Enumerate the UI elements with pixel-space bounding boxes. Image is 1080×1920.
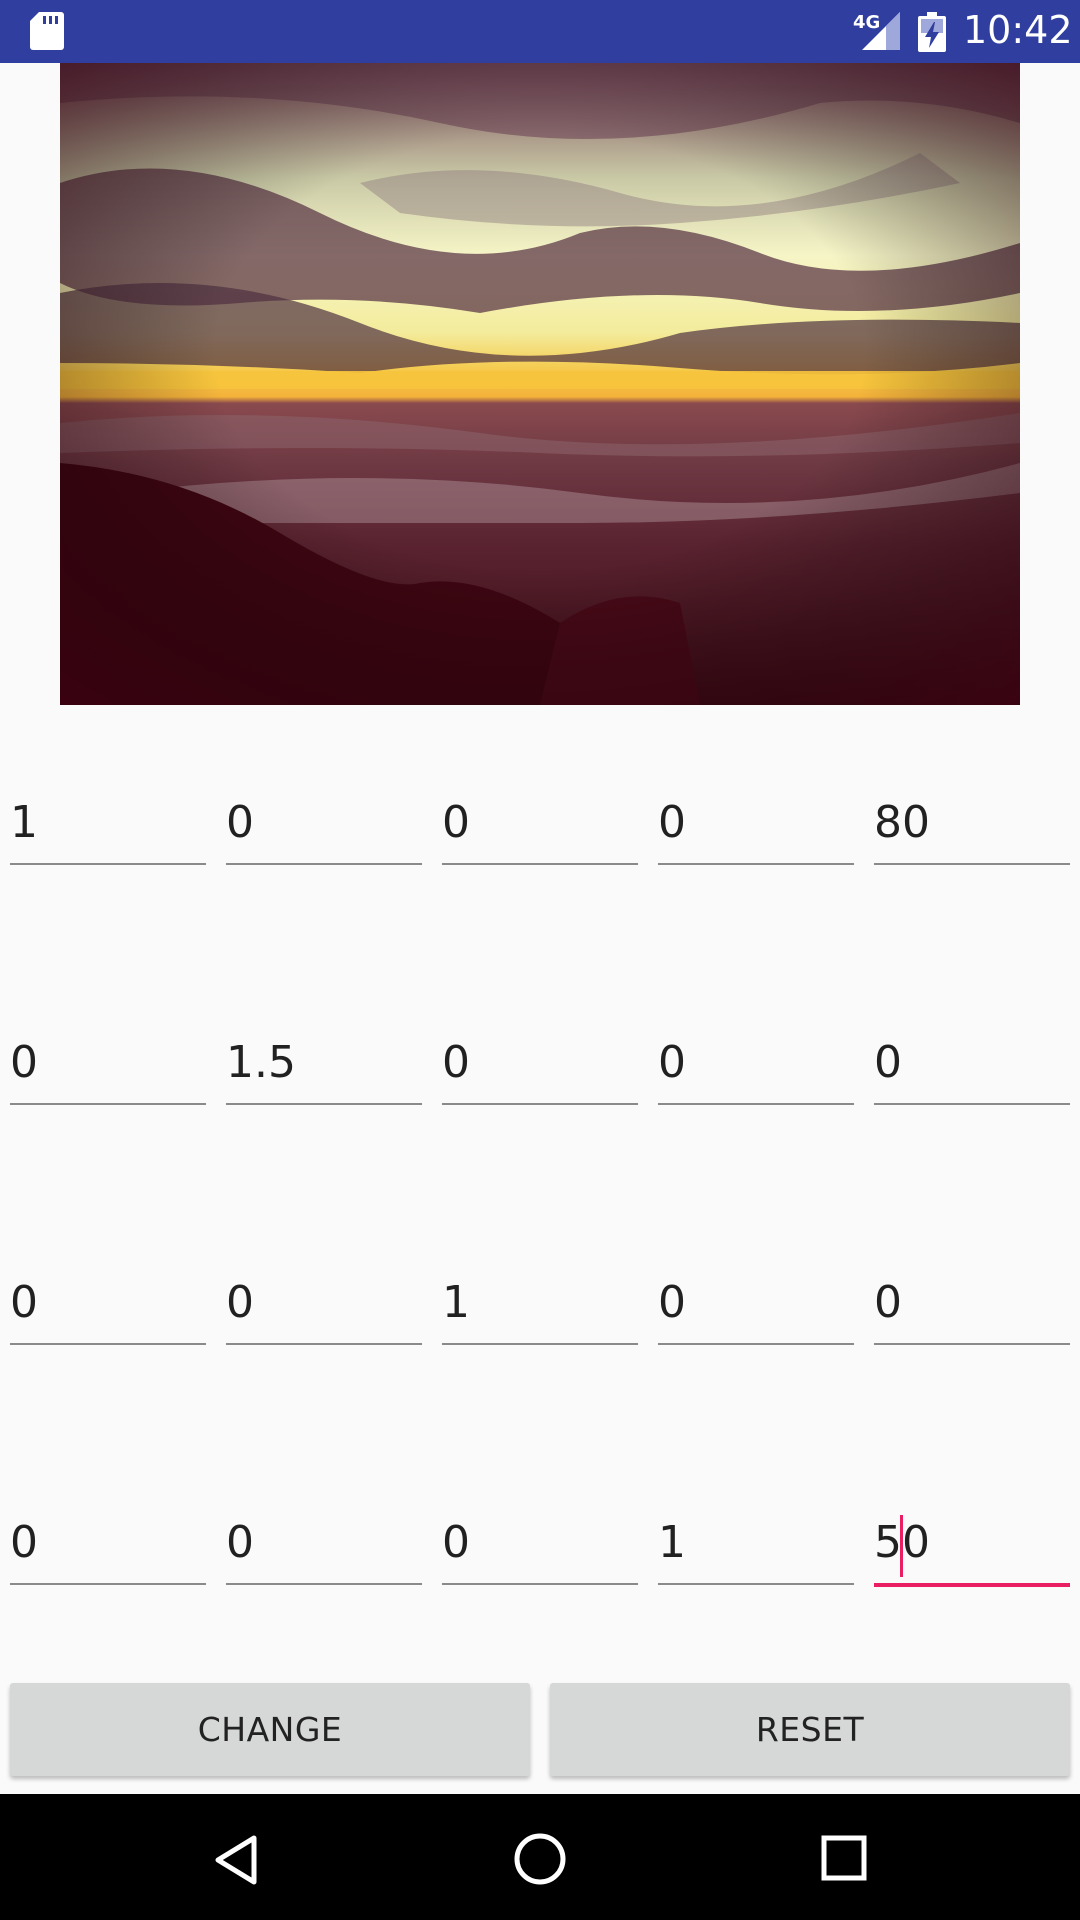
field-underline (658, 1103, 854, 1105)
field-underline (10, 1343, 206, 1345)
status-bar: 4G 10:42 (0, 0, 1080, 63)
reset-button[interactable]: RESET (550, 1683, 1070, 1776)
matrix-field-r1-c2[interactable]: 0 (442, 945, 638, 1105)
matrix-field-r1-c1[interactable]: 1.5 (226, 945, 422, 1105)
matrix-value: 0 (658, 1037, 686, 1088)
field-underline (874, 1103, 1070, 1105)
field-underline (874, 1343, 1070, 1345)
field-underline (226, 1103, 422, 1105)
matrix-value: 1 (442, 1277, 470, 1328)
matrix-value: 0 (226, 1517, 254, 1568)
matrix-value: 0 (442, 1037, 470, 1088)
matrix-value: 0 (442, 797, 470, 848)
home-icon[interactable] (513, 1832, 567, 1886)
matrix-value: 1.5 (226, 1037, 296, 1088)
field-underline (226, 1343, 422, 1345)
filtered-photo (60, 63, 1020, 705)
field-underline (658, 1583, 854, 1585)
matrix-field-r2-c3[interactable]: 0 (658, 1185, 854, 1345)
field-underline (442, 863, 638, 865)
matrix-value: 0 (10, 1517, 38, 1568)
matrix-field-r3-c0[interactable]: 0 (10, 1425, 206, 1585)
matrix-value: 0 (226, 797, 254, 848)
matrix-field-r3-c1[interactable]: 0 (226, 1425, 422, 1585)
field-underline (10, 1103, 206, 1105)
field-underline (226, 1583, 422, 1585)
field-underline (10, 863, 206, 865)
clock: 10:42 (963, 8, 1073, 52)
matrix-value: 0 (10, 1277, 38, 1328)
matrix-field-r0-c4[interactable]: 80 (874, 705, 1070, 865)
back-icon[interactable] (212, 1834, 260, 1886)
matrix-field-r1-c4[interactable]: 0 (874, 945, 1070, 1105)
matrix-value: 1 (658, 1517, 686, 1568)
matrix-field-r0-c1[interactable]: 0 (226, 705, 422, 865)
field-underline (658, 1343, 854, 1345)
matrix-value: 0 (226, 1277, 254, 1328)
field-underline (442, 1583, 638, 1585)
field-underline-focused (874, 1583, 1070, 1587)
sd-card-icon (30, 12, 64, 50)
change-button[interactable]: CHANGE (10, 1683, 530, 1776)
matrix-field-r3-c4[interactable]: 50 (874, 1425, 1070, 1587)
battery-charging-icon (918, 12, 946, 52)
matrix-value: 0 (658, 1277, 686, 1328)
matrix-value: 0 (658, 797, 686, 848)
signal-icon (862, 12, 900, 50)
field-underline (10, 1583, 206, 1585)
matrix-field-r2-c4[interactable]: 0 (874, 1185, 1070, 1345)
matrix-value: 80 (874, 797, 930, 848)
matrix-field-r0-c0[interactable]: 1 (10, 705, 206, 865)
field-underline (442, 1103, 638, 1105)
field-underline (874, 863, 1070, 865)
matrix-field-r1-c3[interactable]: 0 (658, 945, 854, 1105)
matrix-value: 0 (442, 1517, 470, 1568)
matrix-field-r2-c1[interactable]: 0 (226, 1185, 422, 1345)
field-underline (442, 1343, 638, 1345)
matrix-field-r2-c0[interactable]: 0 (10, 1185, 206, 1345)
field-underline (226, 863, 422, 865)
navigation-bar (0, 1794, 1080, 1920)
recents-icon[interactable] (820, 1834, 868, 1882)
matrix-value: 0 (874, 1277, 902, 1328)
matrix-value: 1 (10, 797, 38, 848)
matrix-field-r2-c2[interactable]: 1 (442, 1185, 638, 1345)
matrix-field-r1-c0[interactable]: 0 (10, 945, 206, 1105)
sunset-beach-photo (60, 63, 1020, 705)
matrix-field-r3-c3[interactable]: 1 (658, 1425, 854, 1585)
matrix-value: 0 (874, 1037, 902, 1088)
field-underline (658, 863, 854, 865)
matrix-field-r0-c3[interactable]: 0 (658, 705, 854, 865)
text-cursor (900, 1515, 903, 1577)
matrix-value: 0 (10, 1037, 38, 1088)
matrix-field-r3-c2[interactable]: 0 (442, 1425, 638, 1585)
matrix-field-r0-c2[interactable]: 0 (442, 705, 638, 865)
